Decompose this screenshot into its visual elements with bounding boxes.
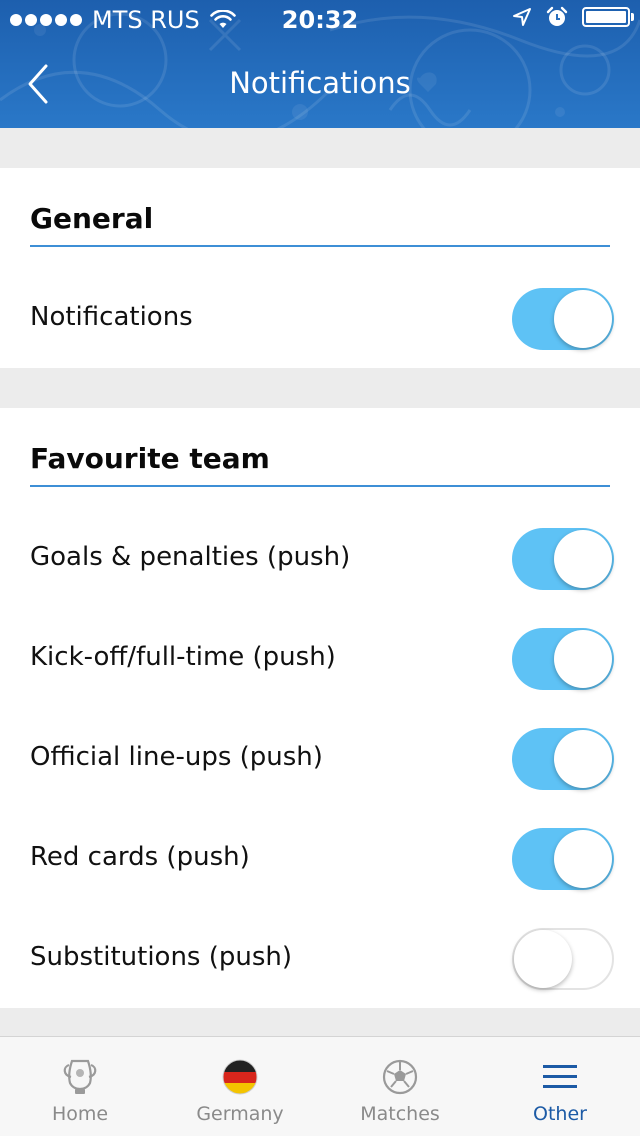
setting-row-substitutions: Substitutions (push) [0,908,640,1008]
germany-flag-icon [222,1059,258,1095]
toggle-knob [554,630,612,688]
setting-label: Official line-ups (push) [30,742,323,772]
section-heading: Favourite team [30,442,270,475]
alarm-clock-icon [546,6,568,26]
section-favourite-team: Favourite team Goals & penalties (push) … [0,408,640,1008]
settings-list: General Notifications Favourite team Goa… [0,128,640,1036]
toggle-switch[interactable] [512,288,614,350]
tab-other[interactable]: Other [480,1037,640,1136]
section-general: General Notifications [0,168,640,368]
toggle-switch[interactable] [512,528,614,590]
setting-label: Substitutions (push) [30,942,293,972]
toggle-knob [554,730,612,788]
football-icon [382,1059,418,1095]
toggle-switch[interactable] [512,728,614,790]
status-bar: MTS RUS 20:32 [0,0,640,40]
section-divider [30,245,610,247]
trophy-icon [63,1059,97,1094]
tab-label: Other [533,1103,587,1125]
toggle-knob [554,830,612,888]
location-arrow-icon [513,8,531,26]
setting-row-goals-penalties: Goals & penalties (push) [0,508,640,608]
tab-home[interactable]: Home [0,1037,160,1136]
setting-label: Kick-off/full-time (push) [30,642,336,672]
setting-row-kickoff-fulltime: Kick-off/full-time (push) [0,608,640,708]
menu-icon [543,1065,577,1088]
setting-row-official-lineups: Official line-ups (push) [0,708,640,808]
setting-row-notifications: Notifications [0,268,640,368]
toggle-knob [554,290,612,348]
tab-label: Matches [360,1103,440,1125]
navigation-bar: Notifications [0,40,640,128]
toggle-knob [554,530,612,588]
toggle-switch[interactable] [512,928,614,990]
tab-label: Germany [196,1103,284,1125]
setting-row-red-cards: Red cards (push) [0,808,640,908]
app-screen: MTS RUS 20:32 Notifications General Noti… [0,0,640,1136]
section-divider [30,485,610,487]
setting-label: Goals & penalties (push) [30,542,351,572]
tab-label: Home [51,1103,109,1125]
header: MTS RUS 20:32 Notifications [0,0,640,128]
tab-matches[interactable]: Matches [320,1037,480,1136]
setting-label: Red cards (push) [30,842,250,872]
tab-bar: Home Germany Matches Other [0,1036,640,1136]
page-title: Notifications [229,66,411,100]
toggle-switch[interactable] [512,628,614,690]
toggle-switch[interactable] [512,828,614,890]
status-right [512,6,634,28]
battery-icon [582,7,634,27]
setting-label: Notifications [30,302,193,332]
section-heading: General [30,202,154,235]
tab-germany[interactable]: Germany [160,1037,320,1136]
toggle-knob [514,930,572,988]
